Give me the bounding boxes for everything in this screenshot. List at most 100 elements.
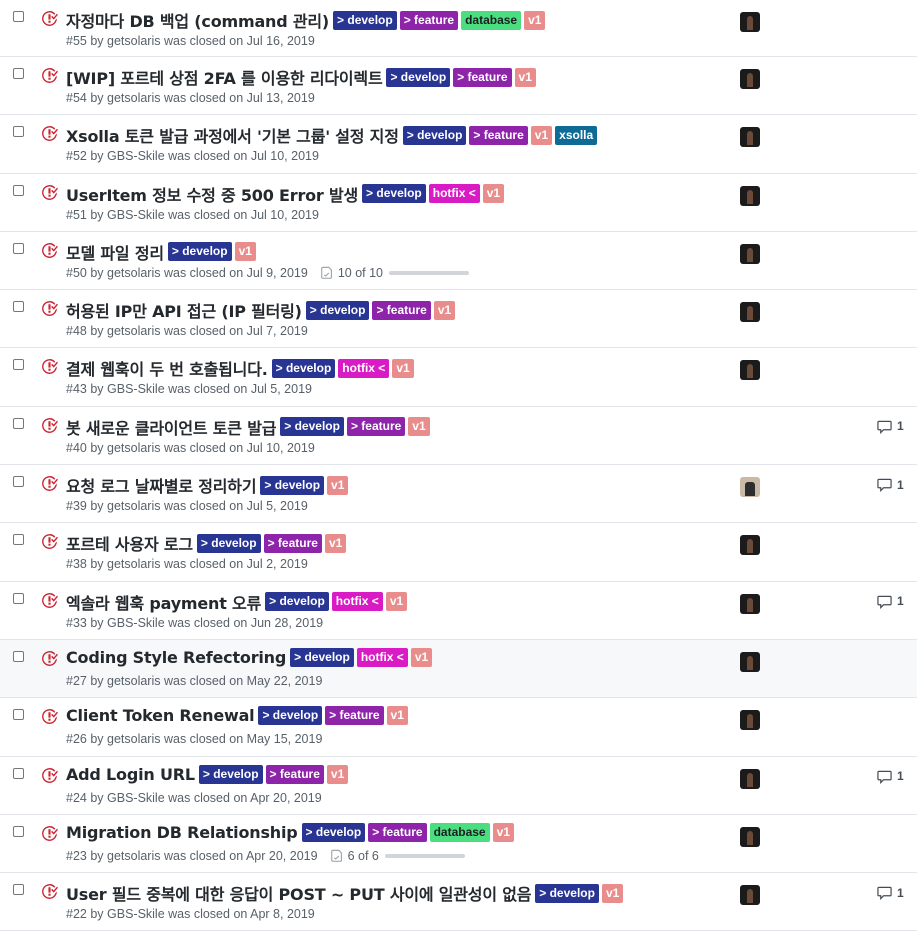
assignee-avatar[interactable] [740,12,760,32]
issue-title-link[interactable]: 자정마다 DB 백업 (command 관리) [66,8,329,32]
label-v1[interactable]: v1 [433,300,456,320]
issue-title-link[interactable]: Coding Style Refectoring [66,648,286,667]
label-feature[interactable]: > feature [469,125,528,145]
issue-title-link[interactable]: [WIP] 포르테 상점 2FA 를 이용한 리다이렉트 [66,65,383,89]
label-v1[interactable]: v1 [408,417,430,437]
label-develop[interactable]: > develop [305,300,370,320]
issue-row[interactable]: Coding Style Refectoring > develop hotfix … [0,639,917,699]
label-v1[interactable]: v1 [530,125,553,145]
issue-row[interactable]: UserItem 정보 수정 중 500 Error 발생 > develop ho… [0,174,917,232]
label-feature[interactable]: > feature [368,822,427,842]
issue-title-link[interactable]: Add Login URL [66,765,195,784]
label-hotfix[interactable]: hotfix < [338,358,390,378]
comments-count[interactable]: 1 [877,477,904,493]
label-feature[interactable]: > feature [346,417,406,437]
label-develop[interactable]: > develop [271,358,336,378]
label-hotfix[interactable]: hotfix < [356,647,408,667]
comments-count[interactable]: 1 [877,594,904,609]
select-checkbox[interactable] [13,825,24,837]
issue-title-link[interactable]: 포르테 사용자 로그 [66,531,193,555]
issue-row[interactable]: 포르테 사용자 로그 > develop > feature v1 #38 by get… [0,523,917,582]
assignee-avatar[interactable] [740,127,760,148]
label-v1[interactable]: v1 [385,592,408,612]
label-feature[interactable]: > feature [325,706,384,726]
label-develop[interactable]: > develop [290,647,354,667]
issue-title-link[interactable]: 모델 파일 정리 [66,240,164,264]
label-develop[interactable]: > develop [333,10,397,30]
label-v1[interactable]: v1 [524,10,546,30]
issue-row[interactable]: Xsolla 토큰 발급 과정에서 '기본 그룹' 설정 지정 > develop… [0,115,917,174]
issue-row[interactable]: Migration DB Relationship > develop > feat… [0,815,917,874]
label-hotfix[interactable]: hotfix < [428,184,480,204]
label-v1[interactable]: v1 [326,764,349,784]
label-develop[interactable]: > develop [260,475,325,495]
issue-title-link[interactable]: 엑솔라 웹훅 payment 오류 [66,590,261,614]
select-checkbox[interactable] [13,68,24,79]
select-checkbox[interactable] [13,650,24,662]
label-develop[interactable]: > develop [167,242,232,262]
label-xsolla[interactable]: xsolla [555,125,598,145]
label-develop[interactable]: > develop [535,883,599,903]
select-checkbox[interactable] [13,184,24,196]
select-checkbox[interactable] [13,592,24,604]
label-v1[interactable]: v1 [386,706,408,726]
select-checkbox[interactable] [13,242,24,254]
label-develop[interactable]: > develop [386,67,451,87]
select-checkbox[interactable] [13,11,24,22]
assignee-avatar[interactable] [740,826,760,847]
issue-title-link[interactable]: User 필드 중복에 대한 응답이 POST ~ PUT 사이에 일관성이 없… [66,881,531,905]
assignee-avatar[interactable] [740,360,760,381]
issue-row[interactable]: 요청 로그 날짜별로 정리하기 > develop v1 #39 by getsola… [0,465,917,524]
assignee-avatar[interactable] [740,710,760,731]
select-checkbox[interactable] [13,301,24,313]
label-v1[interactable]: v1 [601,883,624,903]
label-hotfix[interactable]: hotfix < [331,592,383,612]
assignee-avatar[interactable] [740,885,760,906]
issue-row[interactable]: 자정마다 DB 백업 (command 관리) > develop > featur… [0,0,917,57]
comments-count[interactable]: 1 [877,885,904,901]
label-develop[interactable]: > develop [196,533,261,553]
issue-title-link[interactable]: 봇 새로운 클라이언트 토큰 발급 [66,415,276,439]
issue-row[interactable]: 결제 웹훅이 두 번 호출됩니다. > develop hotfix < v1 #43 … [0,348,917,407]
select-checkbox[interactable] [13,359,24,371]
comments-count[interactable]: 1 [877,769,904,784]
select-checkbox[interactable] [13,534,24,546]
issue-title-link[interactable]: Migration DB Relationship [66,823,298,842]
select-checkbox[interactable] [13,126,24,138]
assignee-avatar[interactable] [740,768,760,789]
label-feature[interactable]: > feature [399,10,459,30]
label-feature[interactable]: > feature [265,764,324,784]
label-v1[interactable]: v1 [234,242,256,262]
label-develop[interactable]: > develop [402,125,467,145]
issue-row[interactable]: 모델 파일 정리 > develop v1 #50 by getsolaris was… [0,232,917,291]
label-develop[interactable]: > develop [258,706,323,726]
label-v1[interactable]: v1 [324,533,347,553]
issue-title-link[interactable]: UserItem 정보 수정 중 500 Error 발생 [66,182,358,206]
issue-title-link[interactable]: Client Token Renewal [66,706,255,725]
assignee-avatar[interactable] [740,69,760,89]
issue-row[interactable]: User 필드 중복에 대한 응답이 POST ~ PUT 사이에 일관성이 없… [0,873,917,932]
select-checkbox[interactable] [13,884,24,896]
issue-row[interactable]: Client Token Renewal > develop > feature v1… [0,698,917,757]
label-develop[interactable]: > develop [280,417,344,437]
select-checkbox[interactable] [13,417,24,429]
label-database[interactable]: database [461,10,522,30]
label-v1[interactable]: v1 [492,822,514,842]
issue-title-link[interactable]: 요청 로그 날짜별로 정리하기 [66,473,257,497]
label-feature[interactable]: > feature [372,300,431,320]
issue-title-link[interactable]: Xsolla 토큰 발급 과정에서 '기본 그룹' 설정 지정 [66,123,399,147]
comments-count[interactable]: 1 [877,419,904,434]
label-v1[interactable]: v1 [482,184,505,204]
label-v1[interactable]: v1 [514,67,536,87]
issue-row[interactable]: 봇 새로운 클라이언트 토큰 발급 > develop > feature v1 #40… [0,407,917,466]
label-develop[interactable]: > develop [362,184,426,204]
label-develop[interactable]: > develop [265,592,329,612]
issue-row[interactable]: [WIP] 포르테 상점 2FA 를 이용한 리다이렉트 > develop > f… [0,57,917,116]
assignee-avatar[interactable] [740,593,760,614]
select-checkbox[interactable] [13,709,24,721]
label-v1[interactable]: v1 [327,475,349,495]
label-database[interactable]: database [429,822,490,842]
label-v1[interactable]: v1 [392,358,414,378]
label-feature[interactable]: > feature [453,67,512,87]
issue-row[interactable]: Add Login URL > develop > feature v1 #24 by … [0,757,917,815]
